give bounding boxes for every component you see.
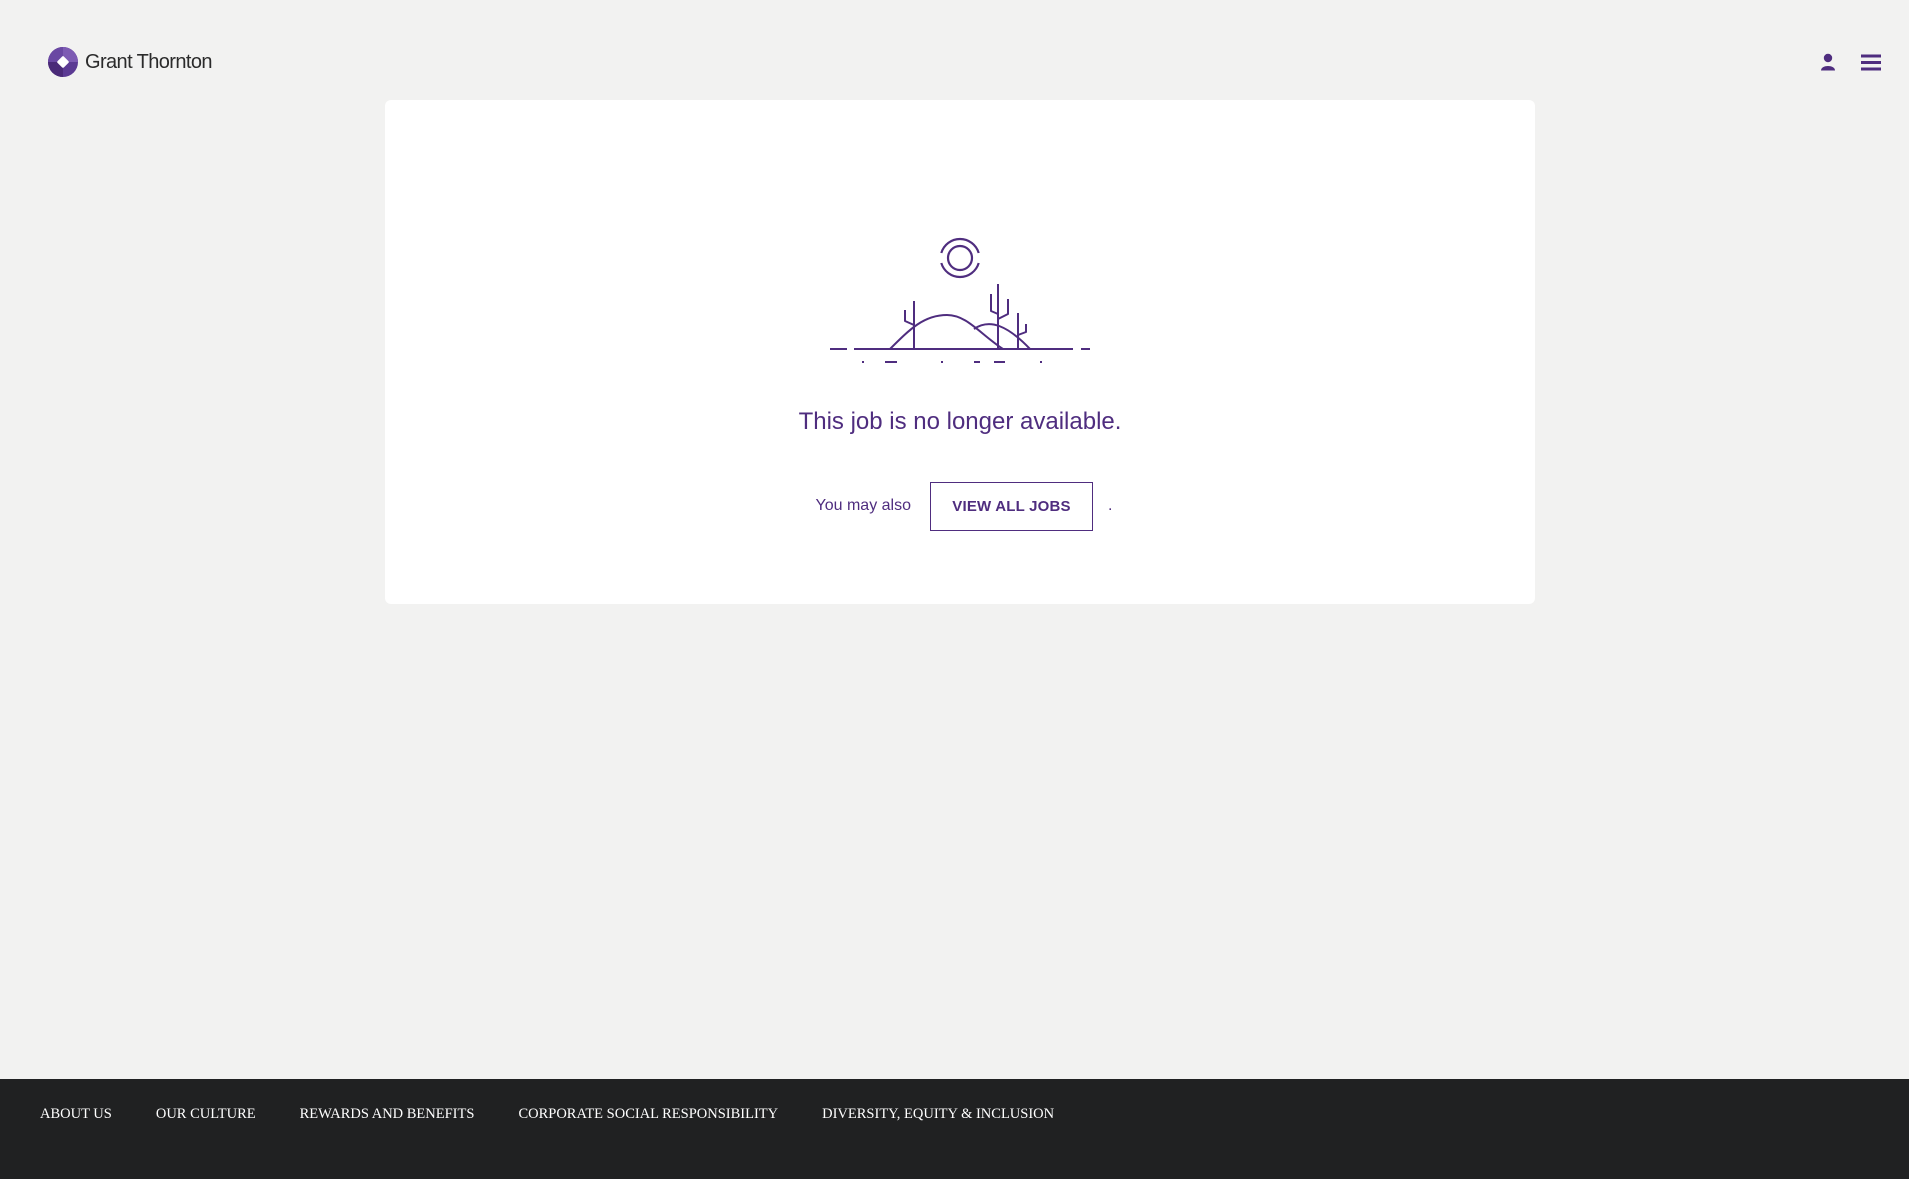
view-all-jobs-button[interactable]: VIEW ALL JOBS [930, 481, 1093, 531]
footer-nav: ABOUT US OUR CULTURE REWARDS AND BENEFIT… [40, 1106, 1098, 1123]
alternative-actions: You may also VIEW ALL JOBS . [385, 481, 1535, 531]
job-unavailable-card: This job is no longer available. You may… [385, 100, 1535, 604]
footer-link-rewards-and-benefits[interactable]: REWARDS AND BENEFITS [300, 1106, 475, 1123]
trailing-period: . [1108, 497, 1113, 514]
site-header: Grant Thornton [0, 0, 1909, 100]
user-icon [1821, 53, 1835, 71]
hamburger-menu-icon [1861, 54, 1881, 70]
logo-text: Grant Thornton [85, 50, 212, 73]
footer-link-about-us[interactable]: ABOUT US [40, 1106, 112, 1123]
footer-link-diversity-equity-inclusion[interactable]: DIVERSITY, EQUITY & INCLUSION [822, 1106, 1054, 1123]
footer-link-our-culture[interactable]: OUR CULTURE [156, 1106, 256, 1123]
you-may-also-text: You may also [815, 497, 911, 514]
account-button[interactable] [1814, 48, 1842, 76]
footer-link-corporate-social-responsibility[interactable]: CORPORATE SOCIAL RESPONSIBILITY [518, 1106, 778, 1123]
header-actions [1814, 48, 1885, 76]
site-footer: ABOUT US OUR CULTURE REWARDS AND BENEFIT… [0, 1079, 1909, 1179]
menu-button[interactable] [1857, 48, 1885, 76]
desert-landscape-icon [830, 237, 1090, 363]
grant-thornton-logo-icon [48, 47, 78, 77]
grant-thornton-logo[interactable]: Grant Thornton [48, 47, 212, 77]
job-unavailable-message: This job is no longer available. [798, 408, 1122, 435]
